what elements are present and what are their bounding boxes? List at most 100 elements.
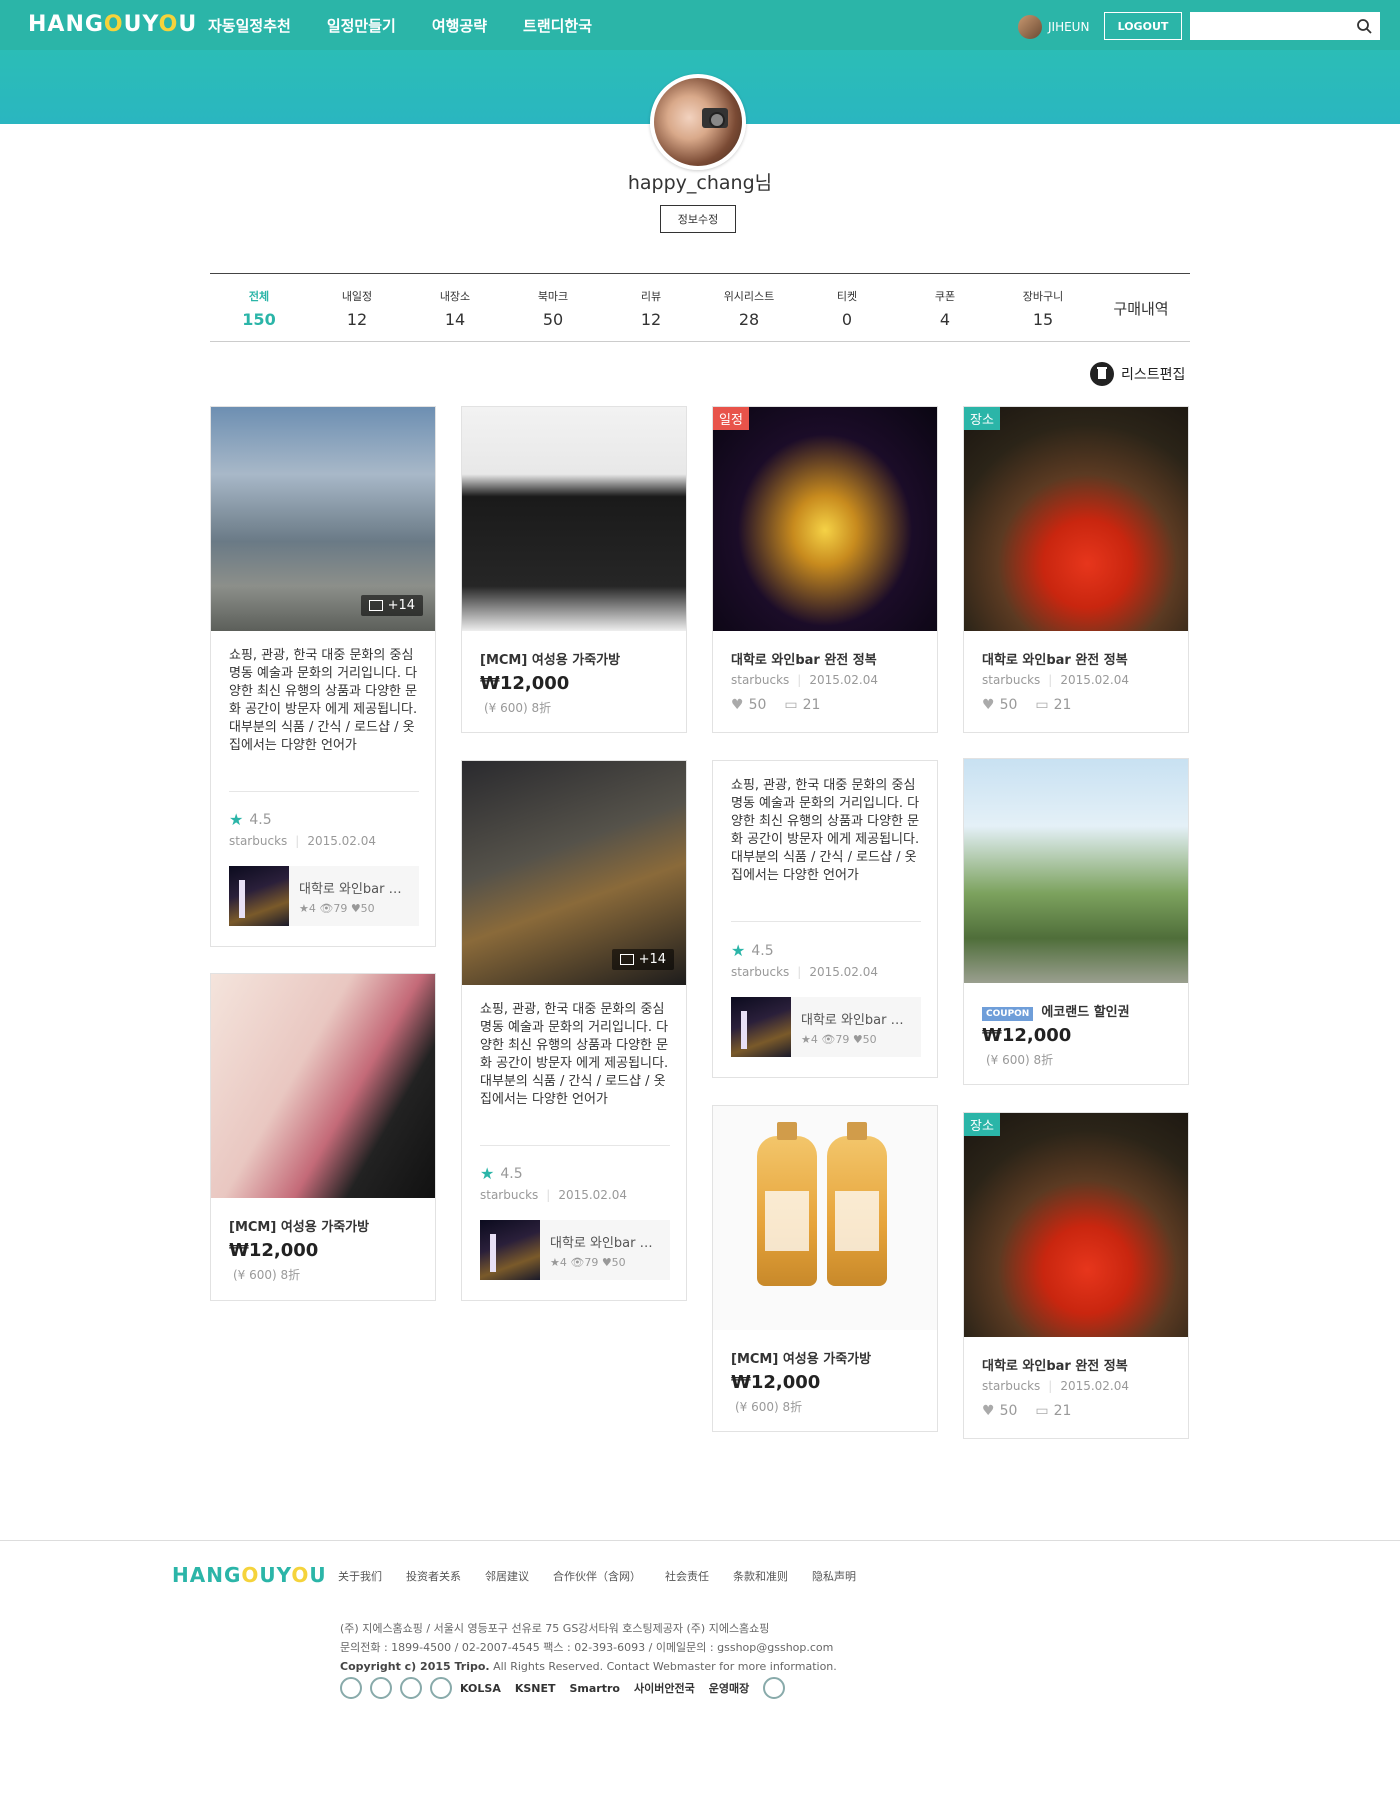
product-card[interactable]: [MCM] 여성용 가죽가방 ₩12,000 (¥ 600) 8折 <box>461 406 687 733</box>
card-price: ₩12,000 <box>229 1240 319 1261</box>
footer-link-csr[interactable]: 社会责任 <box>665 1568 709 1584</box>
user-avatar <box>1018 15 1042 39</box>
linked-item-stats: ★4 👁79 ♥50 <box>550 1256 626 1269</box>
photo-count-badge[interactable]: +14 <box>611 949 674 970</box>
store-badge: 운영매장 <box>708 1682 750 1695</box>
footer-link-terms[interactable]: 条款和准则 <box>733 1568 788 1584</box>
card-title: 대학로 와인bar 완전 정복 <box>982 1359 1128 1374</box>
search-box <box>1190 12 1380 40</box>
card-image <box>462 407 686 631</box>
search-icon[interactable] <box>1356 18 1372 34</box>
footer-link-suggest[interactable]: 邻居建议 <box>485 1568 529 1584</box>
star-icon: ★ <box>229 810 244 829</box>
main-nav: 자동일정추천 일정만들기 여행공략 트랜디한국 <box>208 15 628 36</box>
card-subprice: (¥ 600) 8折 <box>484 701 552 715</box>
cert-badge-icon <box>400 1677 422 1699</box>
comment-icon[interactable]: ▭ <box>1035 1403 1048 1419</box>
seal-badge-icon <box>763 1677 786 1699</box>
nav-make-schedule[interactable]: 일정만들기 <box>327 15 396 36</box>
footer-link-privacy[interactable]: 隐私声明 <box>812 1568 856 1584</box>
star-icon: ★ <box>731 941 746 960</box>
tab-all[interactable]: 전체 150 <box>210 274 308 341</box>
card-image <box>964 1113 1188 1337</box>
footer-link-partners[interactable]: 合作伙伴（含网） <box>553 1568 641 1584</box>
tab-tickets[interactable]: 티켓 0 <box>798 274 896 341</box>
footer-logo[interactable]: HANGOUYOU <box>172 1563 327 1587</box>
card-image <box>964 759 1188 983</box>
logout-button[interactable]: LOGOUT <box>1104 12 1182 40</box>
tab-coupons[interactable]: 쿠폰 4 <box>896 274 994 341</box>
tab-cart[interactable]: 장바구니 15 <box>994 274 1092 341</box>
rating: ★ 4.5 <box>229 810 272 829</box>
list-edit-button[interactable]: 리스트편집 <box>1090 362 1185 386</box>
photo-count-badge[interactable]: +14 <box>360 595 423 616</box>
nav-trendy-korea[interactable]: 트랜디한국 <box>523 15 592 36</box>
logo[interactable]: HANGOUYOU <box>28 12 197 37</box>
footer-info: (주) 지에스홈쇼핑 / 서울시 영등포구 선유로 75 GS강서타워 호스팅제… <box>340 1622 837 1673</box>
linked-item-thumb <box>480 1220 540 1280</box>
coupon-badge: COUPON <box>982 1007 1034 1021</box>
review-card[interactable]: +14 쇼핑, 관광, 한국 대중 문화의 중심 명동 예술과 문화의 거리입니… <box>210 406 436 947</box>
card-subprice: (¥ 600) 8折 <box>233 1268 301 1282</box>
category-badge: 장소 <box>964 407 1000 430</box>
category-badge: 장소 <box>964 1113 1000 1136</box>
schedule-card[interactable]: 일정 대학로 와인bar 완전 정복 starbucks | 2015.02.04 … <box>712 406 938 733</box>
footer-link-investors[interactable]: 投资者关系 <box>406 1568 461 1584</box>
rating: ★ 4.5 <box>480 1164 523 1183</box>
ksnet-badge: KSNET <box>514 1681 556 1695</box>
card-title: COUPON 에코랜드 할인권 <box>982 1001 1130 1021</box>
category-tabs: 전체 150 내일정 12 내장소 14 북마크 50 리뷰 12 위시리스트 28 티켓 0… <box>210 273 1190 342</box>
nav-travel-guide[interactable]: 여행공략 <box>432 15 487 36</box>
product-card[interactable]: [MCM] 여성용 가죽가방 ₩12,000 (¥ 600) 8折 <box>210 973 436 1301</box>
tab-bookmarks[interactable]: 북마크 50 <box>504 274 602 341</box>
photo-icon <box>368 600 383 611</box>
review-card[interactable]: +14 쇼핑, 관광, 한국 대중 문화의 중심 명동 예술과 문화의 거리입니… <box>461 760 687 1301</box>
heart-icon[interactable]: ♥ <box>982 697 995 713</box>
linked-item[interactable]: 대학로 와인bar 완전 정복 ★4 👁79 ♥50 <box>229 866 419 926</box>
linked-item-title: 대학로 와인bar 완전 정복 <box>801 1013 911 1028</box>
heart-icon[interactable]: ♥ <box>731 697 744 713</box>
smartro-badge: Smartro <box>569 1681 620 1695</box>
edit-profile-button[interactable]: 정보수정 <box>660 205 736 233</box>
kolsa-badge: KOLSA <box>460 1681 501 1695</box>
card-image <box>713 1106 937 1330</box>
linked-item-stats: ★4 👁79 ♥50 <box>299 902 375 915</box>
card-subprice: (¥ 600) 8折 <box>735 1400 803 1414</box>
place-card[interactable]: 장소 대학로 와인bar 완전 정복 starbucks | 2015.02.04 … <box>963 406 1189 733</box>
list-edit-label: 리스트편집 <box>1121 367 1186 383</box>
card-price: ₩12,000 <box>982 1025 1072 1046</box>
search-input[interactable] <box>1190 12 1350 40</box>
card-image <box>211 974 435 1198</box>
heart-icon[interactable]: ♥ <box>982 1403 995 1419</box>
trash-icon <box>1090 362 1114 386</box>
review-card[interactable]: 쇼핑, 관광, 한국 대중 문화의 중심 명동 예술과 문화의 거리입니다. 다… <box>712 760 938 1078</box>
review-text: 쇼핑, 관광, 한국 대중 문화의 중심 명동 예술과 문화의 거리입니다. 다… <box>480 1002 669 1107</box>
linked-item[interactable]: 대학로 와인bar 완전 정복 ★4 👁79 ♥50 <box>480 1220 670 1280</box>
tab-my-schedule[interactable]: 내일정 12 <box>308 274 406 341</box>
user-info[interactable]: JIHEUN <box>1018 15 1089 39</box>
product-card[interactable]: [MCM] 여성용 가죽가방 ₩12,000 (¥ 600) 8折 <box>712 1105 938 1432</box>
cert-badge-icon <box>430 1677 452 1699</box>
coupon-card[interactable]: COUPON 에코랜드 할인권 ₩12,000 (¥ 600) 8折 <box>963 758 1189 1085</box>
tab-wishlist[interactable]: 위시리스트 28 <box>700 274 798 341</box>
linked-item[interactable]: 대학로 와인bar 완전 정복 ★4 👁79 ♥50 <box>731 997 921 1057</box>
certification-badges: KOLSA KSNET Smartro 사이버안전국 운영매장 <box>340 1677 793 1699</box>
tab-purchases[interactable]: 구매내역 <box>1092 274 1190 341</box>
linked-item-title: 대학로 와인bar 완전 정복 <box>299 882 409 897</box>
tab-reviews[interactable]: 리뷰 12 <box>602 274 700 341</box>
place-card[interactable]: 장소 대학로 와인bar 완전 정복 starbucks | 2015.02.04 … <box>963 1112 1189 1439</box>
star-icon: ★ <box>480 1164 495 1183</box>
card-title: 대학로 와인bar 완전 정복 <box>731 653 877 668</box>
tab-my-places[interactable]: 내장소 14 <box>406 274 504 341</box>
card-title: [MCM] 여성용 가죽가방 <box>480 653 621 668</box>
card-stats: ♥ 50 ▭ 21 <box>982 697 1072 713</box>
comment-icon[interactable]: ▭ <box>1035 697 1048 713</box>
comment-icon[interactable]: ▭ <box>784 697 797 713</box>
footer-links: 关于我们 投资者关系 邻居建议 合作伙伴（含网） 社会责任 条款和准则 隐私声明 <box>338 1568 880 1584</box>
footer-link-about[interactable]: 关于我们 <box>338 1568 382 1584</box>
card-title: [MCM] 여성용 가죽가방 <box>229 1220 370 1235</box>
top-bar: HANGOUYOU 자동일정추천 일정만들기 여행공략 트랜디한국 JIHEUN… <box>0 0 1400 50</box>
card-meta: starbucks | 2015.02.04 <box>731 673 879 687</box>
nav-auto-schedule[interactable]: 자동일정추천 <box>208 15 291 36</box>
card-price: ₩12,000 <box>731 1372 821 1393</box>
